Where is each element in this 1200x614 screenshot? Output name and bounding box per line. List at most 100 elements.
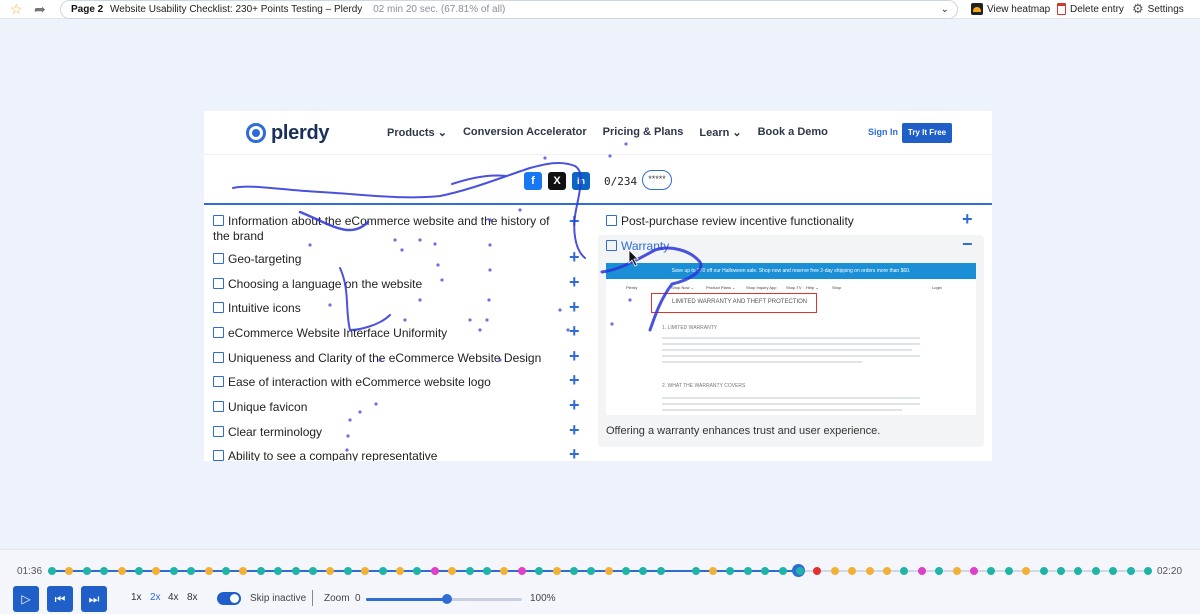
nav-pricing[interactable]: Pricing & Plans <box>603 126 684 139</box>
event-marker[interactable] <box>48 567 56 575</box>
event-marker[interactable] <box>622 567 631 575</box>
expand-plus-icon[interactable]: + <box>569 396 580 414</box>
checklist-item[interactable]: Ease of interaction with eCommerce websi… <box>213 375 565 390</box>
event-marker[interactable] <box>256 567 265 575</box>
event-marker[interactable] <box>1022 567 1031 575</box>
expand-plus-icon[interactable]: + <box>569 445 580 461</box>
event-marker[interactable] <box>535 567 544 575</box>
event-marker[interactable] <box>100 567 109 575</box>
event-marker[interactable] <box>778 567 787 575</box>
checkbox[interactable] <box>213 450 224 461</box>
checkbox[interactable] <box>213 215 224 226</box>
event-marker[interactable] <box>82 567 91 575</box>
speed-8x[interactable]: 8x <box>187 592 198 603</box>
expand-plus-icon[interactable]: + <box>569 371 580 389</box>
checklist-item[interactable]: Clear terminology <box>213 425 565 440</box>
event-marker[interactable] <box>761 567 770 575</box>
event-marker[interactable] <box>743 567 752 575</box>
event-marker[interactable] <box>361 567 370 575</box>
event-marker[interactable] <box>204 567 213 575</box>
event-marker[interactable] <box>691 567 700 575</box>
share-icon[interactable]: ➦ <box>34 2 46 16</box>
event-marker[interactable] <box>1004 567 1013 575</box>
event-marker[interactable] <box>883 567 892 575</box>
event-marker[interactable] <box>187 567 196 575</box>
page-selector[interactable]: Page 2 Website Usability Checklist: 230+… <box>60 0 958 19</box>
event-marker[interactable] <box>1039 567 1048 575</box>
checklist-item[interactable]: Warranty <box>606 239 958 254</box>
event-marker[interactable] <box>1144 567 1152 575</box>
expand-plus-icon[interactable]: + <box>569 421 580 439</box>
event-marker[interactable] <box>587 567 596 575</box>
nav-learn[interactable]: Learn ⌄ <box>699 126 741 139</box>
event-marker[interactable] <box>308 567 317 575</box>
event-marker[interactable] <box>239 567 248 575</box>
checkbox[interactable] <box>213 253 224 264</box>
event-marker[interactable] <box>500 567 509 575</box>
try-free-button[interactable]: Try It Free <box>902 123 952 143</box>
checkbox[interactable] <box>213 376 224 387</box>
event-marker[interactable] <box>726 567 735 575</box>
checklist-item[interactable]: Uniqueness and Clarity of the eCommerce … <box>213 351 565 366</box>
expand-plus-icon[interactable]: + <box>569 322 580 340</box>
timeline-track[interactable] <box>48 570 1152 572</box>
event-marker[interactable] <box>569 567 578 575</box>
event-marker[interactable] <box>378 567 387 575</box>
event-marker[interactable] <box>448 567 457 575</box>
delete-entry-button[interactable]: Delete entry <box>1057 3 1124 16</box>
checkbox[interactable] <box>213 278 224 289</box>
checklist-item[interactable]: eCommerce Website Interface Uniformity <box>213 326 565 341</box>
checkbox[interactable] <box>213 401 224 412</box>
event-marker[interactable] <box>656 567 665 575</box>
event-marker[interactable] <box>343 567 352 575</box>
event-marker[interactable] <box>1109 567 1118 575</box>
checklist-item[interactable]: Unique favicon <box>213 400 565 415</box>
event-marker[interactable] <box>987 567 996 575</box>
site-logo[interactable]: plerdy <box>246 121 330 145</box>
event-marker[interactable] <box>1057 567 1066 575</box>
event-marker[interactable] <box>1126 567 1135 575</box>
event-marker[interactable] <box>1074 567 1083 575</box>
checkbox[interactable] <box>606 240 617 251</box>
facebook-icon[interactable]: f <box>524 172 542 190</box>
checkbox[interactable] <box>606 215 617 226</box>
event-marker[interactable] <box>865 567 874 575</box>
checklist-item[interactable]: Ability to see a company representative <box>213 449 565 461</box>
event-marker[interactable] <box>604 567 613 575</box>
chevron-down-icon[interactable]: ⌄ <box>941 1 949 18</box>
rating-pill[interactable]: ***** <box>642 170 672 190</box>
event-marker[interactable] <box>117 567 126 575</box>
checkbox[interactable] <box>213 352 224 363</box>
event-marker[interactable] <box>952 567 961 575</box>
event-marker[interactable] <box>709 567 718 575</box>
play-button[interactable]: ▷ <box>13 586 39 612</box>
event-marker[interactable] <box>134 567 143 575</box>
event-marker[interactable] <box>291 567 300 575</box>
speed-2x[interactable]: 2x <box>150 592 161 603</box>
event-marker[interactable] <box>413 567 422 575</box>
checkbox[interactable] <box>213 426 224 437</box>
next-page-button[interactable]: ⏭ <box>81 586 107 612</box>
collapse-minus-icon[interactable]: − <box>962 235 973 253</box>
event-marker[interactable] <box>395 567 404 575</box>
event-marker[interactable] <box>465 567 474 575</box>
speed-1x[interactable]: 1x <box>131 592 142 603</box>
expand-plus-icon[interactable]: + <box>569 248 580 266</box>
event-marker[interactable] <box>221 567 230 575</box>
checklist-item[interactable]: Intuitive icons <box>213 301 565 316</box>
linkedin-icon[interactable]: in <box>572 172 590 190</box>
event-marker[interactable] <box>517 567 526 575</box>
expand-plus-icon[interactable]: + <box>962 210 973 228</box>
sign-in-link[interactable]: Sign In <box>868 127 898 137</box>
event-marker[interactable] <box>848 567 857 575</box>
nav-products[interactable]: Products ⌄ <box>387 126 447 139</box>
event-marker[interactable] <box>830 567 839 575</box>
event-marker[interactable] <box>169 567 178 575</box>
checkbox[interactable] <box>213 302 224 313</box>
view-heatmap-button[interactable]: View heatmap <box>971 3 1050 16</box>
settings-button[interactable]: ⚙ Settings <box>1132 2 1184 16</box>
speed-4x[interactable]: 4x <box>168 592 179 603</box>
checklist-item[interactable]: Post-purchase review incentive functiona… <box>606 214 958 229</box>
event-marker[interactable] <box>274 567 283 575</box>
event-marker[interactable] <box>900 567 909 575</box>
